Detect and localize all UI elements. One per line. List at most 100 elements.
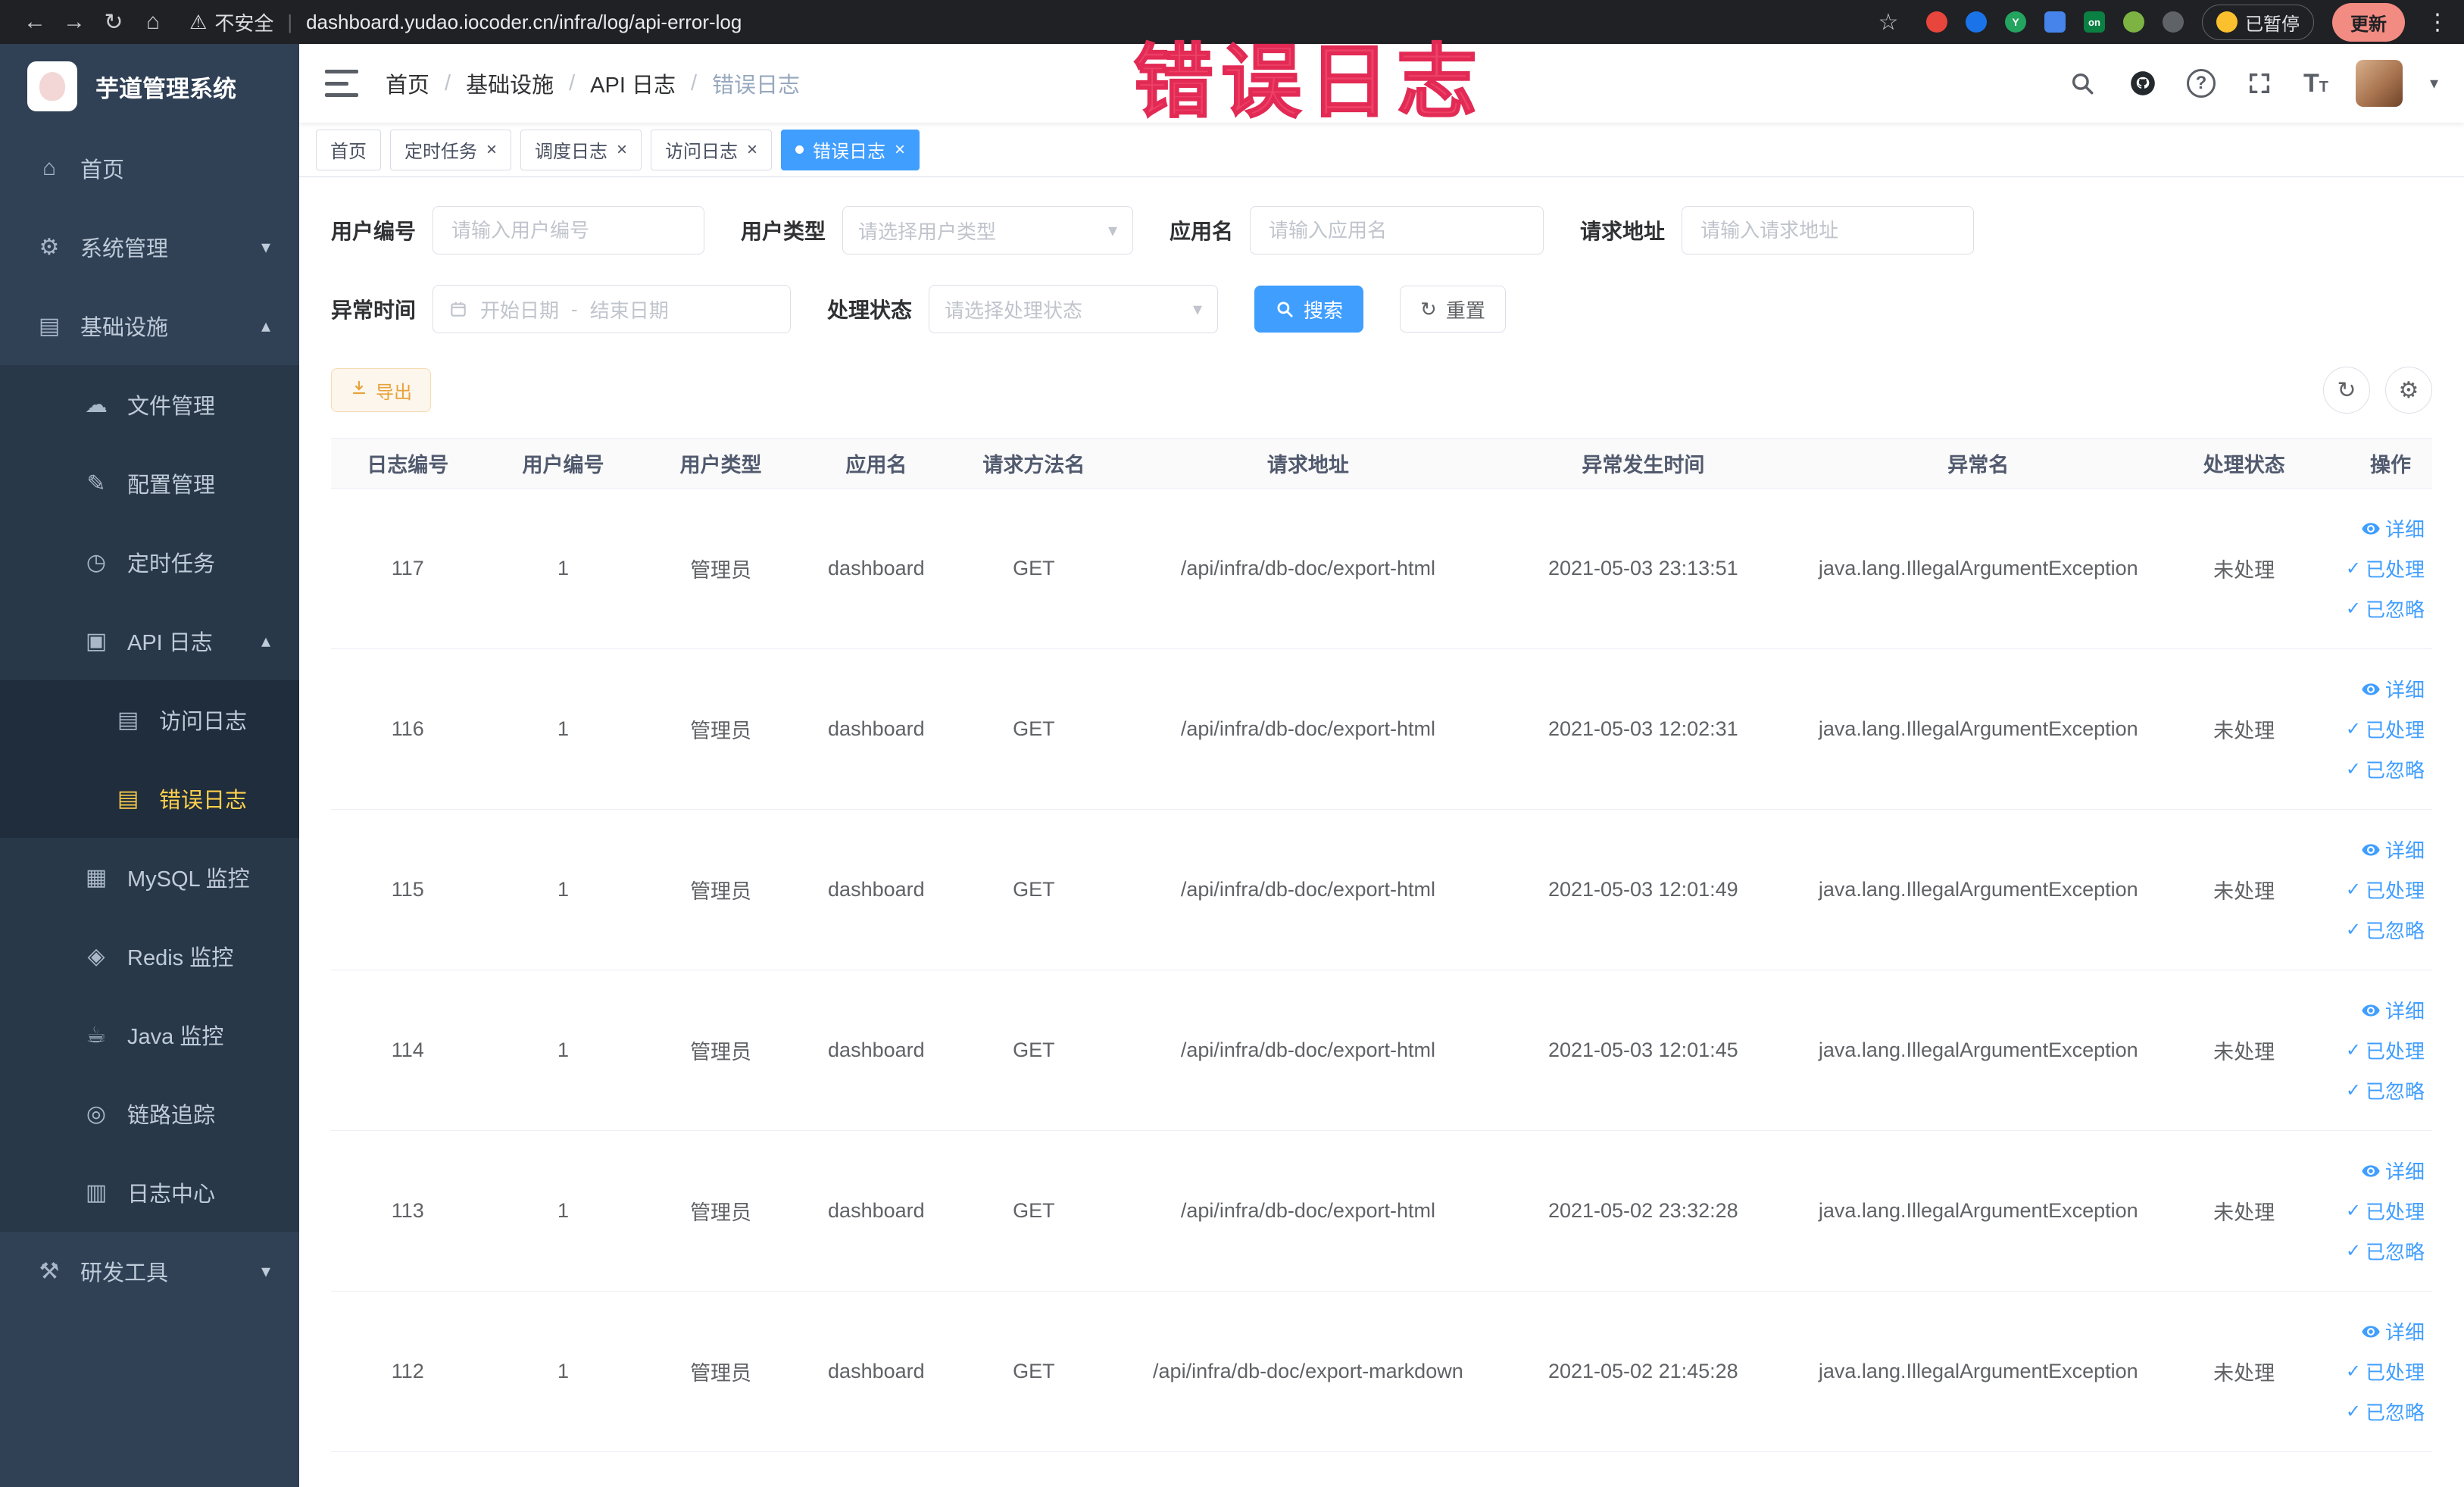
detail-link[interactable]: 详细 [2361,996,2425,1024]
cell-actions: 详细 ✓ 已处理 ✓ 已忽略 [2316,488,2432,649]
extension-icon-leaf[interactable] [2123,11,2144,33]
help-icon[interactable]: ? [2186,69,2216,98]
sidebar-item-java[interactable]: ☕ Java 监控 [0,995,299,1074]
detail-link[interactable]: 详细 [2361,514,2425,542]
cell-app: dashboard [799,1291,954,1452]
ignore-link[interactable]: ✓ 已忽略 [2346,916,2425,944]
filter-form: 用户编号 用户类型 请选择用户类型 ▾ 应用名 [331,206,2432,333]
sidebar-item-error-log[interactable]: ▤ 错误日志 [0,759,299,838]
close-icon[interactable]: × [895,140,905,159]
tab-timed-task[interactable]: 定时任务 × [390,129,512,170]
bookmark-star-icon[interactable]: ☆ [1869,9,1908,36]
tags-view: 首页 定时任务 × 调度日志 × 访问日志 × 错误日志 × [299,123,2464,177]
ignore-link[interactable]: ✓ 已忽略 [2346,755,2425,783]
close-icon[interactable]: × [747,140,757,159]
extension-icon-red[interactable] [1926,11,1947,33]
tab-access-log[interactable]: 访问日志 × [651,129,773,170]
sidebar-item-file[interactable]: ☁ 文件管理 [0,365,299,444]
detail-link[interactable]: 详细 [2361,675,2425,703]
processed-link[interactable]: ✓ 已处理 [2346,876,2425,904]
eye-icon [2361,1161,2381,1181]
chrome-update-button[interactable]: 更新 [2332,2,2405,42]
close-icon[interactable]: × [617,140,627,159]
process-status-select[interactable]: 请选择处理状态 ▾ [929,285,1219,333]
breadcrumb-item[interactable]: API 日志 [590,67,676,99]
tab-error-log[interactable]: 错误日志 × [781,129,920,170]
log-center-icon: ▥ [85,1179,108,1205]
ignore-link[interactable]: ✓ 已忽略 [2346,1398,2425,1426]
tab-home[interactable]: 首页 [316,129,381,170]
processed-link[interactable]: ✓ 已处理 [2346,1197,2425,1225]
address-bar[interactable]: dashboard.yudao.iocoder.cn/infra/log/api… [306,11,1853,34]
detail-link[interactable]: 详细 [2361,1157,2425,1185]
close-icon[interactable]: × [486,140,497,159]
cell-exception: java.lang.IllegalArgumentException [1785,970,2172,1131]
browser-menu-icon[interactable]: ⋮ [2426,9,2449,36]
date-range-picker[interactable]: 开始日期 - 结束日期 [433,285,792,333]
breadcrumb-item[interactable]: 基础设施 [466,67,554,99]
check-icon: ✓ [2345,1361,2361,1382]
cell-user-id: 1 [484,809,642,970]
github-icon[interactable] [2126,67,2160,100]
ignore-link[interactable]: ✓ 已忽略 [2346,1237,2425,1265]
refresh-button[interactable]: ↻ [2323,367,2370,414]
home-icon[interactable]: ⌂ [133,9,173,35]
active-dot [795,145,804,154]
hamburger-icon[interactable] [325,70,358,97]
search-button[interactable]: 搜索 [1254,286,1364,333]
sidebar-item-home[interactable]: ⌂ 首页 [0,129,299,208]
sidebar-item-log-center[interactable]: ▥ 日志中心 [0,1153,299,1232]
reload-icon[interactable]: ↻ [94,9,133,36]
processed-link[interactable]: ✓ 已处理 [2346,555,2425,583]
export-button-label: 导出 [376,382,412,403]
user-type-select[interactable]: 请选择用户类型 ▾ [842,206,1134,255]
extension-icon-grid[interactable] [2044,11,2066,33]
detail-link[interactable]: 详细 [2361,836,2425,864]
extension-icon-pin[interactable] [2163,11,2184,33]
sidebar-item-label: 访问日志 [159,710,248,734]
extension-icon-on[interactable]: on [2084,11,2105,33]
sidebar-item-job[interactable]: ◷ 定时任务 [0,523,299,601]
extension-icon-green-y[interactable]: Y [2005,11,2026,33]
sidebar-item-infra[interactable]: ▤ 基础设施 ▴ [0,286,299,365]
search-icon[interactable] [2066,67,2099,100]
user-avatar[interactable] [2355,60,2403,107]
sidebar-item-config[interactable]: ✎ 配置管理 [0,444,299,523]
cell-method: GET [953,648,1115,810]
security-indicator[interactable]: ⚠ 不安全 [189,8,273,36]
cell-exception: java.lang.IllegalArgumentException [1785,488,2172,649]
export-button[interactable]: 导出 [331,368,431,412]
back-icon[interactable]: ← [15,9,55,35]
table-toolbar: 导出 ↻ ⚙ [331,367,2432,414]
table-row: 117 1 管理员 dashboard GET/api/infra/db-doc/exp… [331,488,2432,649]
sidebar-item-redis[interactable]: ◈ Redis 监控 [0,917,299,995]
column-settings-button[interactable]: ⚙ [2385,367,2432,414]
font-size-icon[interactable]: TT [2303,69,2328,98]
reset-button-label: 重置 [1445,298,1485,322]
breadcrumb-item[interactable]: 首页 [386,67,429,99]
avatar-caret-icon[interactable]: ▾ [2430,73,2438,93]
sidebar-item-trace[interactable]: ◎ 链路追踪 [0,1074,299,1153]
sidebar-item-access-log[interactable]: ▤ 访问日志 [0,680,299,759]
paused-extension-badge[interactable]: 已暂停 [2202,4,2314,40]
extension-icon-blue-drop[interactable] [1966,11,1987,33]
processed-link[interactable]: ✓ 已处理 [2346,1357,2425,1385]
user-id-input[interactable] [433,206,705,255]
logo[interactable]: 芋道管理系统 [0,44,299,129]
tab-schedule-log[interactable]: 调度日志 × [520,129,642,170]
reset-button[interactable]: ↻ 重置 [1400,286,1506,333]
app-name-input[interactable] [1250,206,1544,255]
ignore-link[interactable]: ✓ 已忽略 [2346,1076,2425,1104]
sidebar-item-system[interactable]: ⚙ 系统管理 ▾ [0,208,299,286]
processed-link[interactable]: ✓ 已处理 [2346,1036,2425,1064]
fullscreen-icon[interactable] [2243,67,2276,100]
request-url-input[interactable] [1682,206,1975,255]
sidebar-item-api-log[interactable]: ▣ API 日志 ▴ [0,601,299,680]
chevron-up-icon: ▴ [261,315,270,336]
processed-link[interactable]: ✓ 已处理 [2346,715,2425,743]
forward-icon[interactable]: → [55,9,94,35]
sidebar-item-devtools[interactable]: ⚒ 研发工具 ▾ [0,1232,299,1310]
ignore-link[interactable]: ✓ 已忽略 [2346,595,2425,623]
detail-link[interactable]: 详细 [2361,1317,2425,1345]
sidebar-item-mysql[interactable]: ▦ MySQL 监控 [0,838,299,917]
